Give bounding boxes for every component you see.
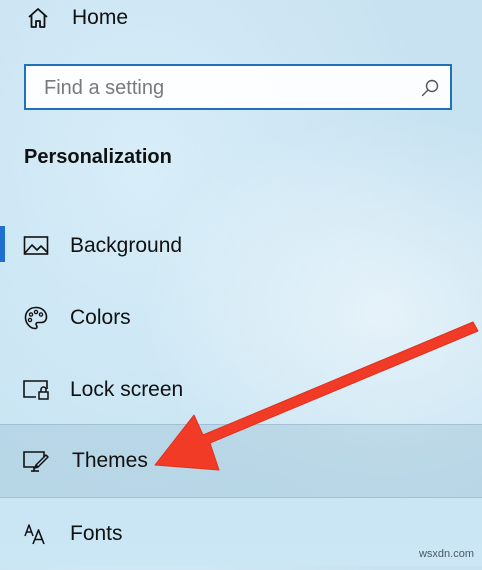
section-title: Personalization bbox=[24, 146, 172, 168]
themes-icon bbox=[22, 447, 50, 475]
nav-item-themes[interactable]: Themes bbox=[0, 424, 482, 498]
picture-icon bbox=[22, 232, 50, 260]
search-input[interactable] bbox=[42, 74, 406, 102]
nav-item-colors[interactable]: Colors bbox=[0, 282, 482, 354]
nav-item-fonts-label: Fonts bbox=[70, 522, 123, 545]
palette-icon bbox=[22, 304, 50, 332]
search-icon[interactable] bbox=[420, 78, 440, 103]
nav-item-colors-label: Colors bbox=[70, 306, 131, 329]
nav-item-home[interactable]: Home bbox=[0, 0, 482, 54]
nav-item-themes-label: Themes bbox=[72, 449, 148, 472]
nav-item-background-label: Background bbox=[70, 234, 183, 257]
nav-item-fonts[interactable]: Fonts bbox=[0, 498, 482, 570]
lock-screen-icon bbox=[22, 376, 50, 404]
nav-item-home-label: Home bbox=[72, 6, 129, 29]
nav-item-background[interactable]: Background bbox=[0, 210, 482, 282]
fonts-icon bbox=[22, 520, 50, 548]
search-box[interactable] bbox=[24, 64, 452, 110]
nav-item-lock-screen-label: Lock screen bbox=[70, 378, 184, 401]
home-icon bbox=[24, 4, 52, 32]
nav-item-lock-screen[interactable]: Lock screen bbox=[0, 354, 482, 426]
watermark: wsxdn.com bbox=[418, 548, 474, 560]
